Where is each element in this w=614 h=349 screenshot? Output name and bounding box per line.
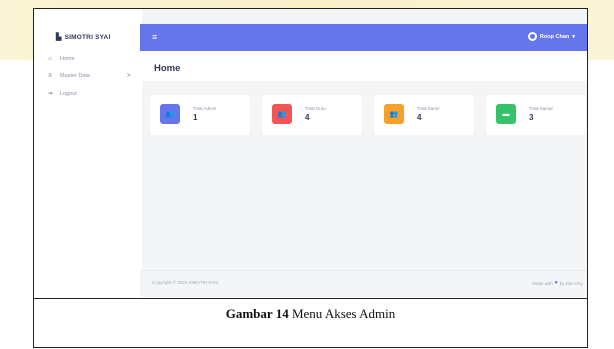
made-with-text: Made with ♥ by Dito Izky [532,280,583,286]
sidebar: ▙ SIMOTRI SYAI ⌂ Home ≡ Master Data > ⇥ … [34,9,142,297]
logout-icon: ⇥ [47,91,53,97]
stat-value: 1 [193,113,198,122]
stat-card-guru[interactable]: 👥 Total Guru 4 [262,95,362,135]
school-icon: ▙ [56,34,62,41]
stat-card-admin[interactable]: 👥 Total Admin 1 [150,95,250,135]
sidebar-item-label: Master Data [60,73,90,79]
stat-card-kamar[interactable]: ▬ Total Kamar 3 [486,95,586,135]
teachers-icon: 👥 [272,104,292,124]
stat-label: Total Admin [193,106,217,111]
chevron-right-icon: > [127,73,131,79]
home-icon: ⌂ [48,56,52,62]
copyright-text: Copyright © 2022 SIMOTRI SYAI [152,280,219,285]
list-icon: ≡ [48,73,52,79]
caption-label: Gambar 14 [225,306,289,321]
topbar: ≡ Roop Chan ▾ [140,24,587,51]
stat-value: 3 [529,113,534,122]
stat-label: Total Santri [417,106,440,111]
students-icon: 👥 [384,104,404,124]
made-with-prefix: Made with [532,280,553,286]
avatar [527,32,537,41]
app-screenshot: ▙ SIMOTRI SYAI ⌂ Home ≡ Master Data > ⇥ … [34,9,587,297]
sidebar-item-label: Home [60,56,75,62]
menu-toggle-icon[interactable]: ≡ [152,33,157,42]
stat-card-santri[interactable]: 👥 Total Santri 4 [374,95,474,135]
stat-label: Total Kamar [529,106,554,111]
bed-icon: ▬ [496,104,516,124]
footer: Copyright © 2022 SIMOTRI SYAI Made with … [140,270,587,297]
stat-value: 4 [417,113,422,122]
stat-value: 4 [305,113,310,122]
figure-frame: ▙ SIMOTRI SYAI ⌂ Home ≡ Master Data > ⇥ … [33,8,588,348]
user-name: Roop Chan [539,33,570,40]
caption-text: Menu Akses Admin [288,306,396,321]
figure-caption: Gambar 14 Menu Akses Admin [34,306,587,322]
made-with-author[interactable]: by Dito Izky [560,281,583,286]
sidebar-item-logout[interactable]: ⇥ Logout [47,90,77,98]
users-icon: 👥 [160,104,180,124]
page-title: Home [154,63,181,74]
chevron-down-icon: ▾ [572,33,575,40]
caption-divider [34,298,587,299]
brand[interactable]: ▙ SIMOTRI SYAI [56,33,111,42]
brand-name: SIMOTRI SYAI [64,33,111,41]
page-header: Home [140,51,587,81]
heart-icon: ♥ [554,280,558,286]
sidebar-item-master-data[interactable]: ≡ Master Data > [47,73,130,79]
sidebar-item-home[interactable]: ⌂ Home [47,56,75,62]
sidebar-item-label: Logout [60,90,77,97]
stat-label: Total Guru [305,106,326,111]
user-menu[interactable]: Roop Chan ▾ [527,32,575,41]
